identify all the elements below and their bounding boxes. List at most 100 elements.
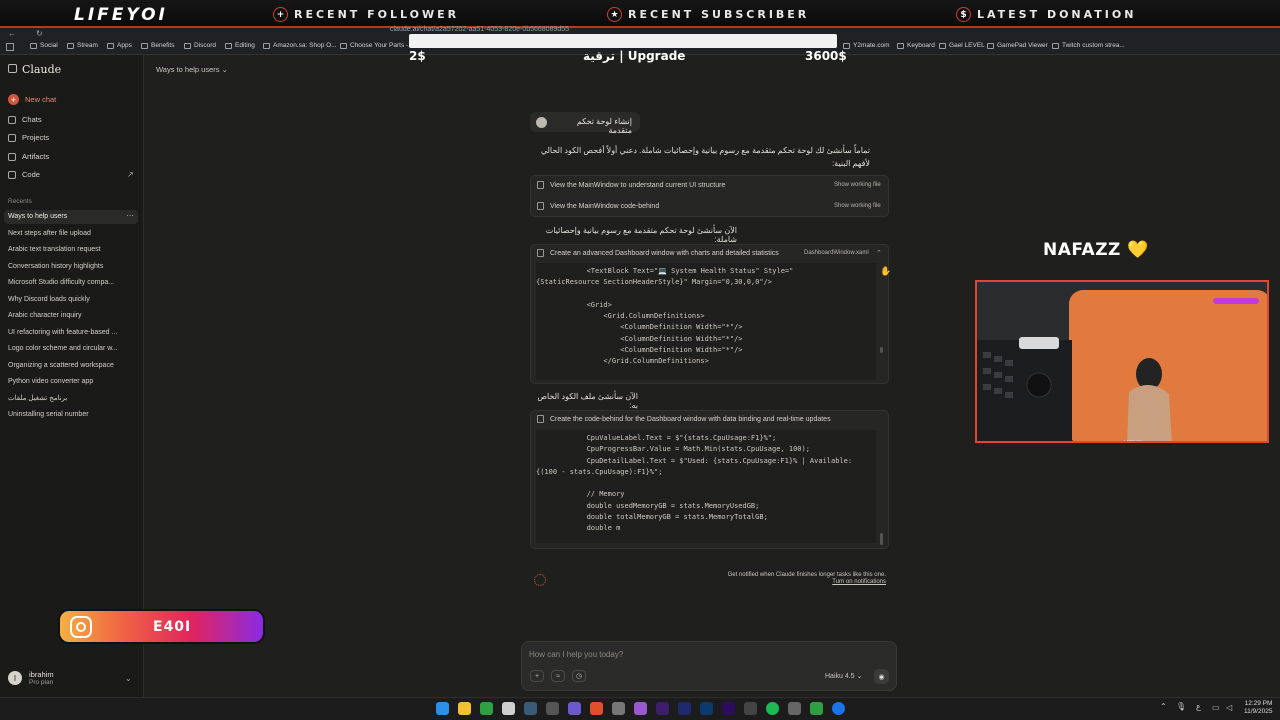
spotify-icon[interactable] (766, 702, 779, 715)
svg-text:LIFEYOI: LIFEYOI (1124, 440, 1143, 443)
bookmark-item[interactable]: GamePad Viewer (987, 42, 1048, 49)
dollar-icon: $ (956, 7, 971, 22)
windows-start-icon[interactable] (436, 702, 449, 715)
after-effects-icon[interactable] (656, 702, 669, 715)
discord-icon[interactable] (568, 702, 581, 715)
tool-call-row[interactable]: View the MainWindow to understand curren… (537, 181, 725, 189)
chevron-up-icon[interactable]: ⌃ (876, 249, 882, 257)
notify-link[interactable]: Turn on notifications (700, 579, 886, 585)
chat-title-dropdown[interactable]: Ways to help users ⌄ (156, 65, 228, 74)
file-icon (537, 202, 544, 210)
bookmark-item[interactable]: Stream (67, 42, 98, 49)
tools-button[interactable]: ≈ (551, 670, 565, 682)
artifact-header[interactable]: Create an advanced Dashboard window with… (537, 249, 779, 257)
premiere-icon[interactable] (722, 702, 735, 715)
recent-item[interactable]: Next steps after file upload (8, 230, 91, 237)
xbox-icon[interactable] (480, 702, 493, 715)
app-icon[interactable] (612, 702, 625, 715)
recent-item[interactable]: Ways to help users (8, 213, 67, 220)
bookmark-item[interactable]: Discord (184, 42, 216, 49)
terminal-icon[interactable] (546, 702, 559, 715)
mic-icon[interactable]: 🎙 (1176, 702, 1186, 711)
back-icon[interactable]: ← (8, 29, 16, 38)
recent-item[interactable]: Conversation history highlights (8, 263, 103, 270)
sidebar-item-chats[interactable]: Chats (8, 115, 42, 124)
bookmark-item[interactable]: Y2mate.com (843, 42, 890, 49)
assistant-message: الآن سأنشئ ملف الكود الخاص به: (537, 392, 638, 410)
recent-item[interactable]: Arabic text translation request (8, 246, 101, 253)
bookmark-item[interactable]: Twitch custom strea... (1052, 42, 1125, 49)
chevron-down-icon: ⌄ (221, 65, 228, 74)
browser-icon[interactable] (832, 702, 845, 715)
new-chat-button[interactable]: + New chat (8, 94, 56, 105)
scrollbar[interactable] (880, 533, 883, 545)
recent-item[interactable]: برنامج تشغيل ملفات (8, 394, 67, 402)
media-encoder-icon[interactable] (678, 702, 691, 715)
streamer-name: NAFAZZ 💛 (1043, 240, 1149, 260)
folder-icon (141, 42, 148, 49)
model-selector[interactable]: Haiku 4.5 ⌄ (825, 672, 862, 680)
show-working-file-link[interactable]: Show working file (834, 182, 881, 188)
reload-icon[interactable]: ↻ (36, 29, 43, 38)
photoshop-icon[interactable] (700, 702, 713, 715)
artifact-header[interactable]: Create the code-behind for the Dashboard… (537, 415, 831, 423)
chevron-up-icon[interactable]: ⌃ (1160, 702, 1167, 711)
notify-text: Get notified when Claude finishes longer… (727, 572, 886, 578)
recent-item[interactable]: Uninstalling serial number (8, 411, 89, 418)
sidebar-item-code[interactable]: Code (8, 170, 40, 179)
system-clock[interactable]: 12:29 PM 11/9/2025 (1244, 700, 1272, 716)
obs-icon[interactable] (788, 702, 801, 715)
notepad-icon[interactable] (502, 702, 515, 715)
recent-item[interactable]: Microsoft Studio difficulty compa... (8, 279, 114, 286)
bookmark-item[interactable]: Keyboard (897, 42, 935, 49)
bookmark-item[interactable]: Apps (107, 42, 132, 49)
bookmark-item[interactable]: Gael LEVEL (939, 42, 985, 49)
file-explorer-icon[interactable] (458, 702, 471, 715)
app-icon[interactable] (744, 702, 757, 715)
volume-icon[interactable]: ◁ (1226, 703, 1232, 712)
star-icon: ★ (607, 7, 622, 22)
add-attachment-button[interactable]: + (530, 670, 544, 682)
chat-input[interactable]: How can I help you today? (529, 650, 623, 659)
recent-item[interactable]: Organizing a scattered workspace (8, 362, 114, 369)
history-button[interactable]: ◷ (572, 670, 586, 682)
bookmark-item[interactable]: Social (30, 42, 58, 49)
recent-item[interactable]: Python video converter app (8, 378, 93, 385)
site-icon (897, 42, 904, 49)
sidebar-item-projects[interactable]: Projects (8, 133, 49, 142)
file-icon (537, 181, 544, 189)
steam-icon[interactable] (524, 702, 537, 715)
sidebar-item-artifacts[interactable]: Artifacts (8, 152, 49, 161)
avatar[interactable]: I (8, 671, 22, 685)
tool-call-row[interactable]: View the MainWindow code-behind (537, 202, 659, 210)
url-bar[interactable]: claude.ai/chat/a2a57202-aa51-4053-820e-0… (390, 26, 569, 33)
brave-icon[interactable] (590, 702, 603, 715)
voice-button[interactable]: ◉ (874, 669, 889, 684)
network-icon[interactable]: ▭ (1212, 703, 1220, 712)
scrollbar[interactable] (880, 347, 883, 353)
artifact-filename[interactable]: DashboardWindow.xaml (804, 250, 869, 256)
chevron-down-icon[interactable]: ⌄ (125, 674, 132, 683)
folder-icon (225, 42, 232, 49)
bookmark-item[interactable]: Choose Your Parts -... (340, 42, 414, 49)
clock-time: 12:29 PM (1244, 700, 1273, 707)
recent-item[interactable]: Arabic character inquiry (8, 312, 82, 319)
twitch-icon[interactable] (634, 702, 647, 715)
recent-subscriber-label: ★ RECENT SUBSCRIBER (607, 6, 809, 23)
sidebar-toggle-icon[interactable] (8, 64, 17, 73)
bookmark-item[interactable]: Amazon.sa: Shop O... (263, 42, 337, 49)
language-indicator[interactable]: ع (1196, 702, 1201, 711)
apps-grid-icon[interactable] (6, 43, 14, 51)
recent-item[interactable]: Logo color scheme and circular w... (8, 345, 118, 352)
folder-icon (107, 42, 114, 49)
site-icon (939, 42, 946, 49)
show-working-file-link[interactable]: Show working file (834, 203, 881, 209)
more-options-icon[interactable]: ··· (126, 211, 134, 220)
bookmark-item[interactable]: Editing (225, 42, 255, 49)
folder-icon (8, 133, 16, 142)
bookmark-item[interactable]: Benefits (141, 42, 175, 49)
app-icon[interactable] (810, 702, 823, 715)
recent-item[interactable]: Why Discord loads quickly (8, 296, 90, 303)
amazon-icon (263, 42, 270, 49)
recent-item[interactable]: UI refactoring with feature-based ... (8, 329, 117, 336)
